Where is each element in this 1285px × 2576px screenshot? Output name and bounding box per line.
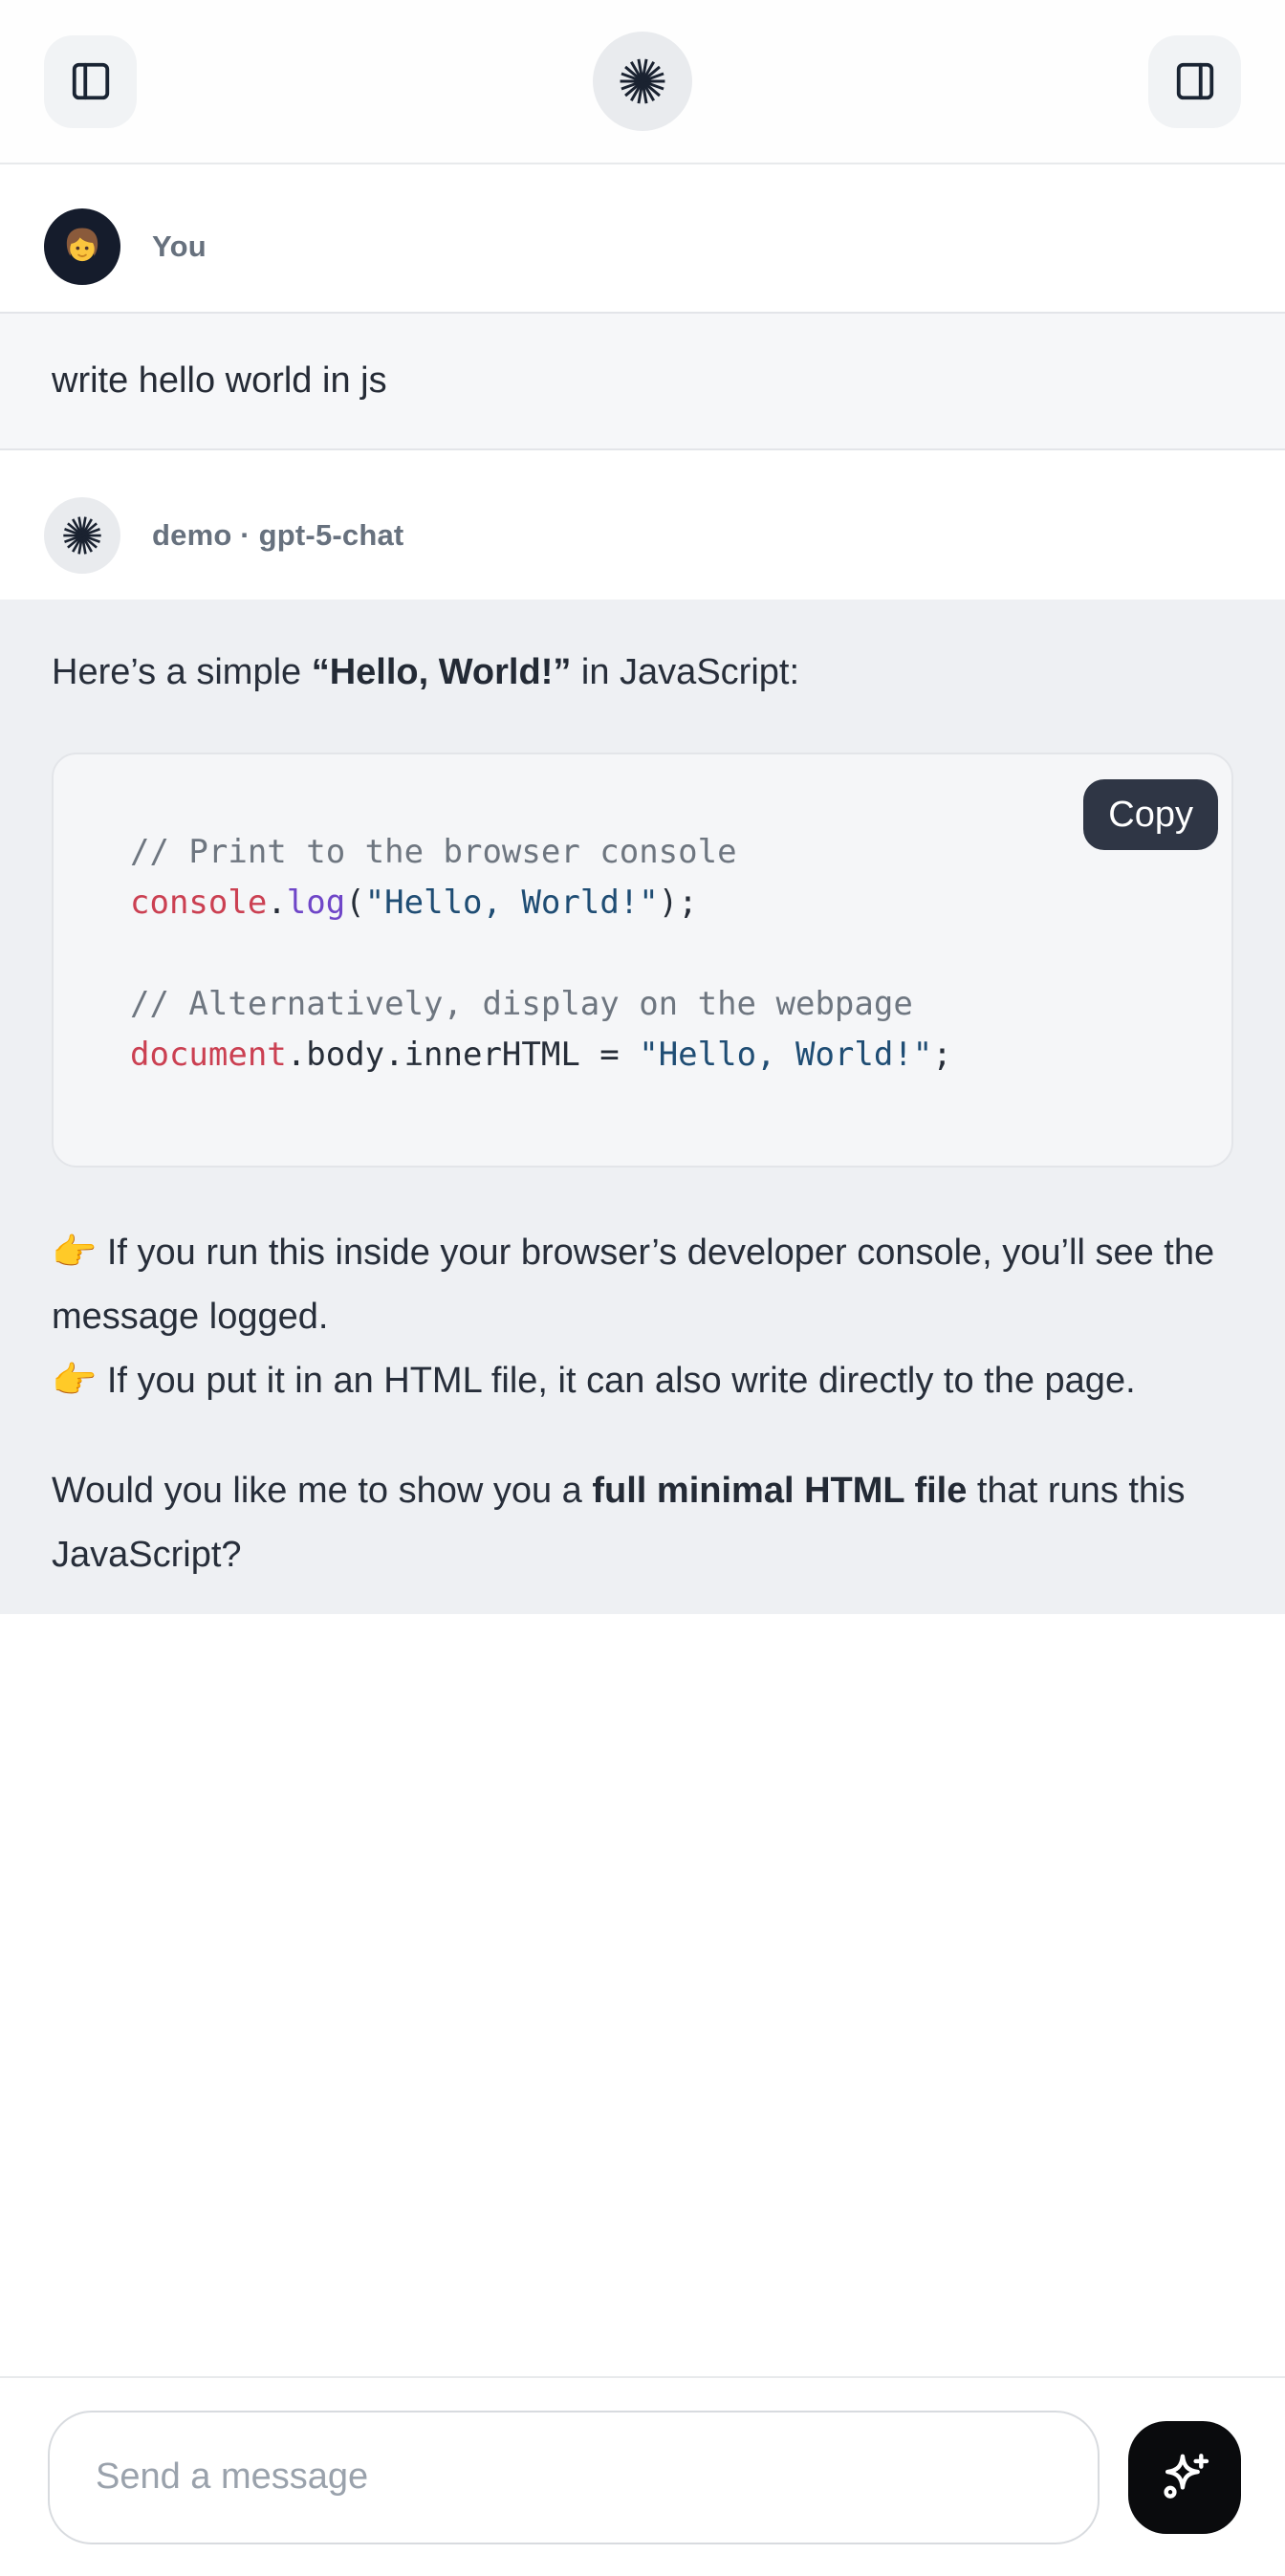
app-logo-chip[interactable] <box>593 32 692 131</box>
assistant-question-paragraph: Would you like me to show you a full min… <box>52 1459 1233 1587</box>
assistant-tip-paragraph: 👉 If you run this inside your browser’s … <box>52 1221 1233 1349</box>
panel-right-icon <box>1173 59 1217 103</box>
message-input[interactable] <box>48 2411 1100 2544</box>
assistant-intro-paragraph: Here’s a simple “Hello, World!” in JavaS… <box>52 645 1233 699</box>
toggle-right-panel-button[interactable] <box>1148 35 1241 128</box>
intro-bold: “Hello, World!” <box>312 652 572 692</box>
user-message-header: You <box>0 208 1285 285</box>
user-author-label: You <box>152 229 207 264</box>
code-line: // Print to the browser console <box>130 827 1193 878</box>
assistant-message-header: demo · gpt-5-chat <box>0 497 1285 574</box>
toggle-left-sidebar-button[interactable] <box>44 35 137 128</box>
code-line <box>130 928 1193 979</box>
assistant-message-body: Here’s a simple “Hello, World!” in JavaS… <box>0 600 1285 1614</box>
intro-prefix: Here’s a simple <box>52 652 312 692</box>
sparkle-icon <box>1155 2448 1214 2507</box>
assistant-tip-paragraph: 👉 If you put it in an HTML file, it can … <box>52 1349 1233 1413</box>
starburst-icon <box>62 515 102 556</box>
user-message-text: write hello world in js <box>52 360 387 402</box>
code-line: console.log("Hello, World!"); <box>130 878 1193 928</box>
composer-bar <box>0 2376 1285 2576</box>
intro-suffix: in JavaScript: <box>571 652 799 692</box>
chat-scroll-spacer <box>0 1614 1285 2376</box>
copy-code-button[interactable]: Copy <box>1083 779 1218 850</box>
topbar <box>0 0 1285 164</box>
code-line: // Alternatively, display on the webpage <box>130 979 1193 1030</box>
send-message-button[interactable] <box>1128 2421 1241 2534</box>
assistant-avatar <box>44 497 120 574</box>
assistant-author-label: demo · gpt-5-chat <box>152 518 403 553</box>
person-emoji-icon <box>55 220 109 273</box>
question-bold: full minimal HTML file <box>592 1471 967 1511</box>
user-message-row: write hello world in js <box>0 312 1285 450</box>
code-content: // Print to the browser consoleconsole.l… <box>130 827 1193 1081</box>
code-line: document.body.innerHTML = "Hello, World!… <box>130 1030 1193 1081</box>
code-block: Copy // Print to the browser consolecons… <box>52 753 1233 1168</box>
question-prefix: Would you like me to show you a <box>52 1471 592 1511</box>
panel-left-icon <box>69 59 113 103</box>
starburst-spinner-icon <box>619 57 666 105</box>
user-avatar <box>44 208 120 285</box>
